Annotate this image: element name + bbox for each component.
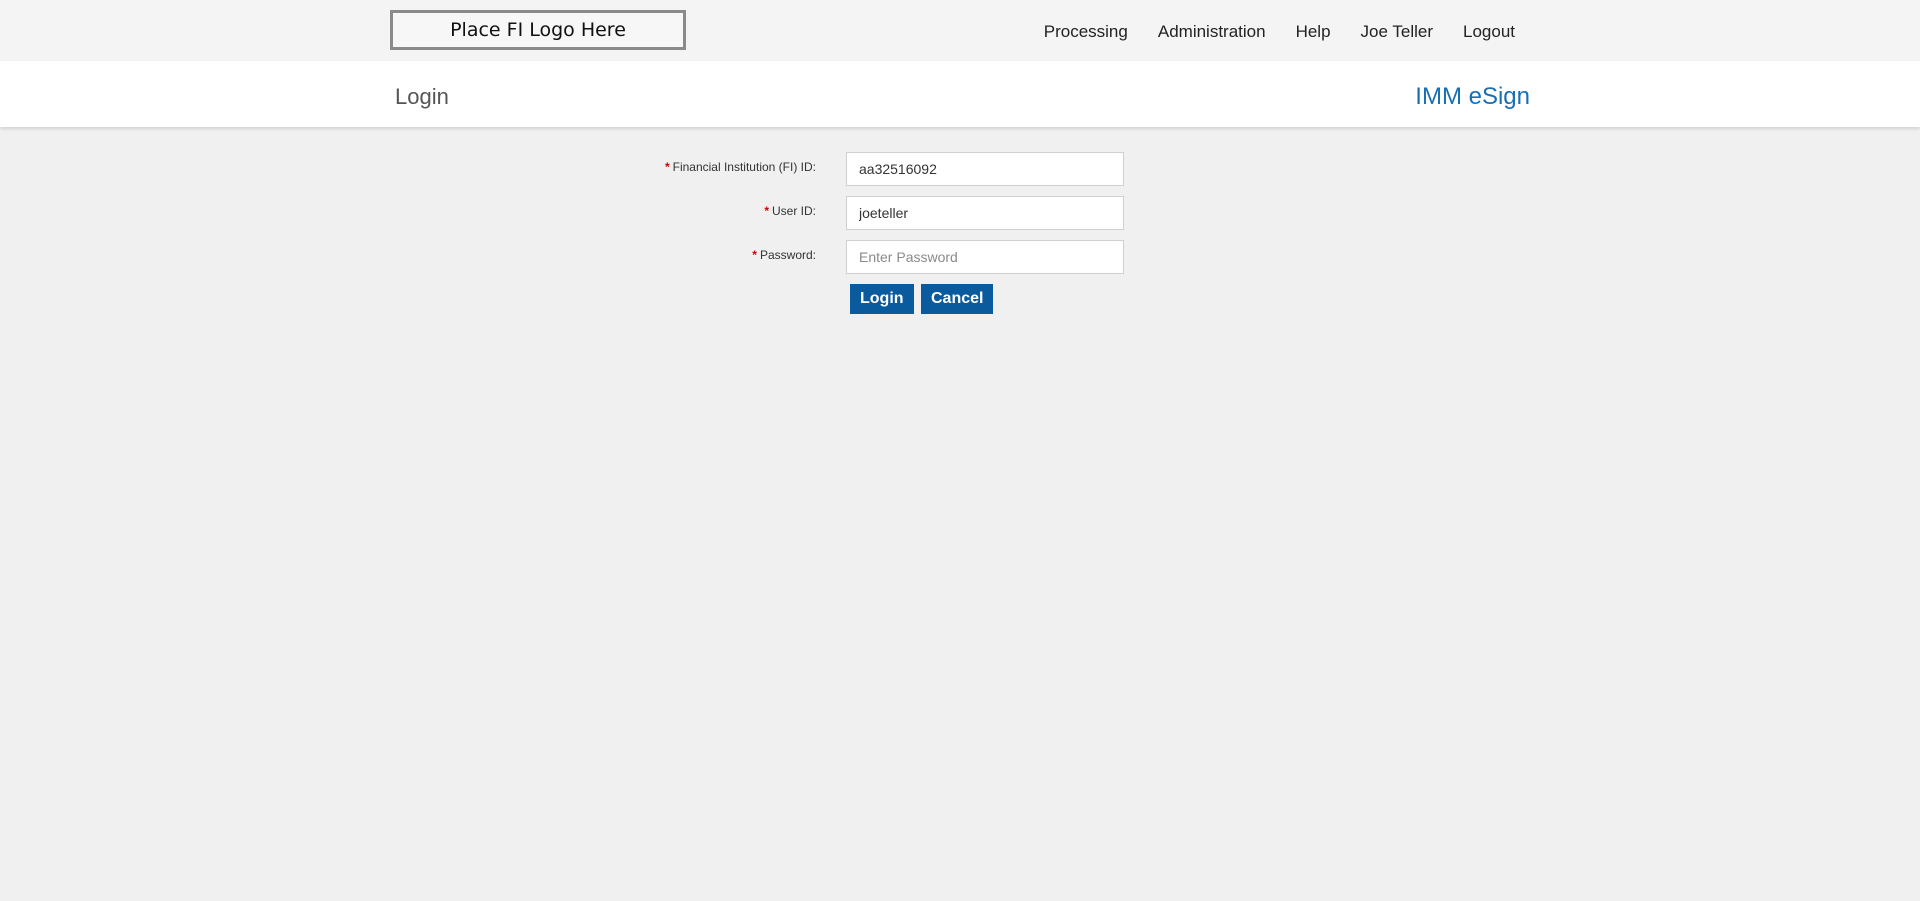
top-navigation: Processing Administration Help Joe Telle…	[1044, 22, 1515, 42]
logo-text: Place FI Logo Here	[450, 19, 626, 41]
page-title: Login	[395, 84, 449, 109]
user-id-label-text: User ID:	[771, 204, 816, 218]
nav-item-logout[interactable]: Logout	[1463, 22, 1515, 42]
nav-item-user-profile[interactable]: Joe Teller	[1361, 22, 1433, 42]
cancel-button[interactable]: Cancel	[921, 284, 994, 314]
password-row: * Password:	[0, 240, 1920, 274]
password-input[interactable]	[846, 240, 1124, 274]
password-label-text: Password:	[759, 248, 816, 262]
fi-logo-placeholder: Place FI Logo Here	[390, 10, 686, 50]
nav-item-processing[interactable]: Processing	[1044, 22, 1128, 42]
required-marker: *	[664, 160, 670, 174]
user-id-input[interactable]	[846, 196, 1124, 230]
app-name: IMM eSign	[1415, 83, 1530, 110]
nav-item-help[interactable]: Help	[1296, 22, 1331, 42]
fi-id-label-text: Financial Institution (FI) ID:	[672, 160, 816, 174]
login-button[interactable]: Login	[850, 284, 914, 314]
form-actions: Login Cancel	[0, 284, 1920, 318]
user-id-label: * User ID:	[764, 204, 816, 218]
fi-id-row: * Financial Institution (FI) ID:	[0, 152, 1920, 186]
user-id-row: * User ID:	[0, 196, 1920, 230]
page-header: Login IMM eSign	[0, 61, 1920, 127]
nav-item-administration[interactable]: Administration	[1158, 22, 1266, 42]
required-marker: *	[752, 248, 757, 262]
top-bar: Place FI Logo Here Processing Administra…	[0, 0, 1920, 61]
fi-id-label: * Financial Institution (FI) ID:	[665, 160, 816, 174]
fi-id-input[interactable]	[846, 152, 1124, 186]
required-marker: *	[764, 204, 769, 218]
password-label: * Password:	[752, 248, 816, 262]
